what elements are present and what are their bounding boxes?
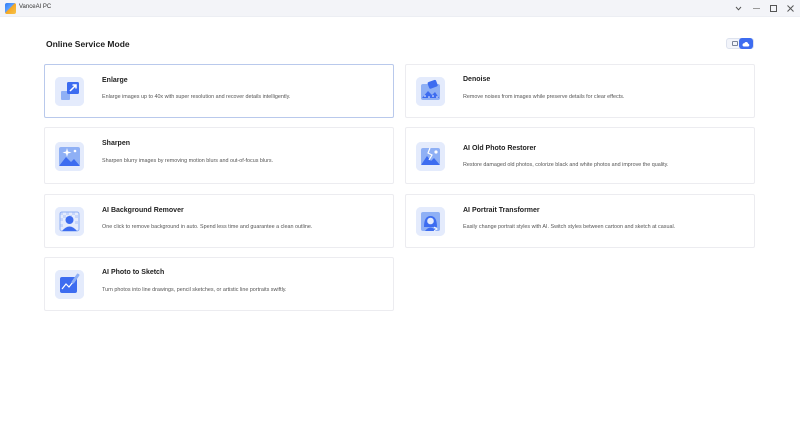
card-description: Remove noises from images while preserve… [463, 94, 625, 100]
mode-toggle[interactable] [726, 38, 754, 49]
photo-to-sketch-icon [55, 270, 84, 299]
card-portrait-transformer[interactable]: AI Portrait Transformer Easily change po… [405, 194, 755, 248]
card-sharpen[interactable]: Sharpen Sharpen blurry images by removin… [44, 127, 394, 184]
card-description: Sharpen blurry images by removing motion… [102, 158, 274, 164]
card-title: AI Background Remover [102, 207, 184, 214]
card-photo-to-sketch[interactable]: AI Photo to Sketch Turn photos into line… [44, 257, 394, 311]
close-button[interactable] [784, 2, 796, 14]
card-description: Restore damaged old photos, colorize bla… [463, 162, 669, 168]
card-description: Easily change portrait styles with AI. S… [463, 224, 676, 230]
page-title: Online Service Mode [46, 39, 130, 49]
chevron-down-icon[interactable] [732, 2, 744, 14]
card-background-remover[interactable]: AI Background Remover One click to remov… [44, 194, 394, 248]
card-title: AI Old Photo Restorer [463, 145, 537, 152]
card-title: AI Photo to Sketch [102, 269, 165, 276]
card-denoise[interactable]: Denoise Remove noises from images while … [405, 64, 755, 118]
background-remover-icon [55, 207, 84, 236]
denoise-icon [416, 77, 445, 106]
photo-restorer-icon [416, 142, 445, 171]
card-title: Enlarge [102, 77, 128, 84]
card-title: AI Portrait Transformer [463, 207, 540, 214]
title-bar: VanceAI PC [0, 0, 800, 17]
enlarge-icon [55, 77, 84, 106]
window-title: VanceAI PC [19, 4, 52, 10]
card-description: One click to remove background in auto. … [102, 224, 313, 230]
card-old-photo-restorer[interactable]: AI Old Photo Restorer Restore damaged ol… [405, 127, 755, 184]
minimize-button[interactable] [750, 2, 762, 14]
card-enlarge[interactable]: Enlarge Enlarge images up to 40x with su… [44, 64, 394, 118]
card-description: Turn photos into line drawings, pencil s… [102, 287, 287, 293]
app-logo [5, 3, 16, 14]
sharpen-icon [55, 142, 84, 171]
card-description: Enlarge images up to 40x with super reso… [102, 94, 291, 100]
card-title: Denoise [463, 76, 491, 83]
portrait-transformer-icon [416, 207, 445, 236]
cloud-mode-icon[interactable] [739, 38, 753, 49]
maximize-button[interactable] [767, 2, 779, 14]
card-title: Sharpen [102, 140, 131, 147]
